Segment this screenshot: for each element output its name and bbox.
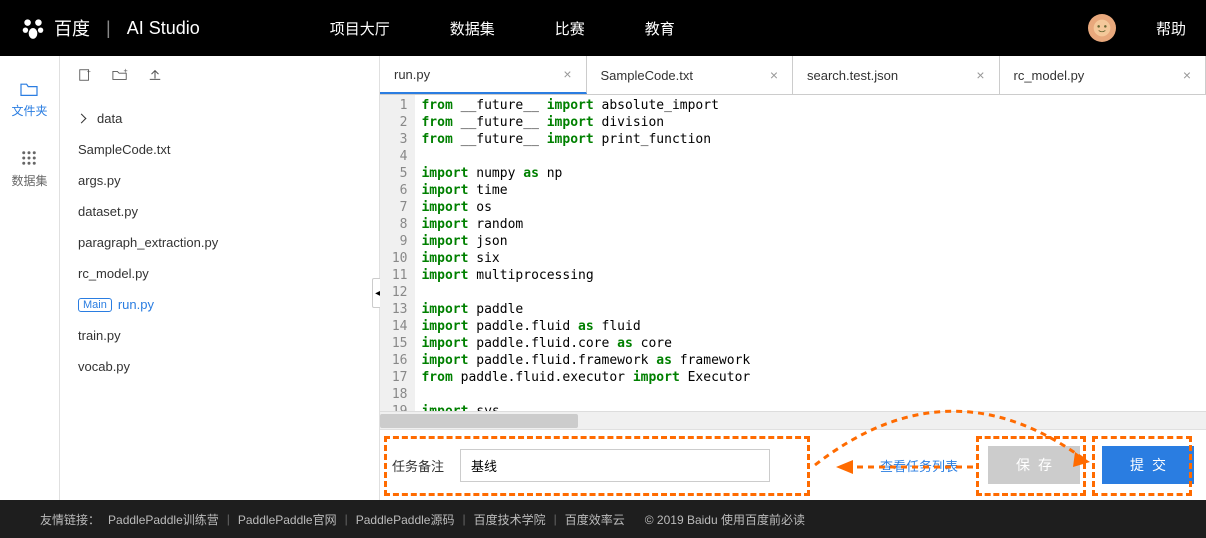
remark-input[interactable] (460, 449, 770, 482)
footer-link-4[interactable]: 百度效率云 (565, 511, 625, 528)
new-folder-icon[interactable]: + (112, 68, 128, 85)
file-dataset[interactable]: dataset.py (60, 196, 379, 227)
scrollbar-thumb[interactable] (380, 414, 578, 428)
code-content[interactable]: from __future__ import absolute_import f… (415, 95, 756, 411)
tab-search[interactable]: search.test.json× (793, 56, 1000, 94)
dataset-icon (20, 149, 38, 167)
file-train[interactable]: train.py (60, 320, 379, 351)
logo-text: 百度 (54, 15, 90, 41)
folder-data[interactable]: data (60, 103, 379, 134)
nav-projects[interactable]: 项目大厅 (330, 18, 390, 39)
footer-link-2[interactable]: PaddlePaddle源码 (356, 511, 455, 528)
svg-text:+: + (87, 68, 91, 75)
logo[interactable]: 百度 | AI Studio (20, 15, 200, 41)
nav-datasets[interactable]: 数据集 (450, 18, 495, 39)
view-task-list-link[interactable]: 查看任务列表 (880, 456, 958, 475)
footer-link-0[interactable]: PaddlePaddle训练营 (108, 511, 219, 528)
upload-icon[interactable] (148, 68, 162, 85)
user-avatar[interactable] (1088, 14, 1116, 42)
close-icon[interactable]: × (770, 67, 778, 83)
avatar-face-icon (1092, 18, 1112, 38)
file-tree: data SampleCode.txt args.py dataset.py p… (60, 98, 379, 387)
horizontal-scrollbar[interactable] (380, 411, 1206, 429)
chevron-icon (77, 114, 87, 124)
tab-samplecode[interactable]: SampleCode.txt× (587, 56, 794, 94)
close-icon[interactable]: × (976, 67, 984, 83)
main-badge: Main (78, 298, 112, 312)
footer-prefix: 友情链接： (40, 511, 100, 528)
line-gutter: 1234567891011121314151617181920▸21222324 (380, 95, 415, 411)
submit-button[interactable]: 提交 (1102, 446, 1194, 484)
rail-files[interactable]: 文件夹 (11, 81, 47, 119)
editor-tabs: run.py× SampleCode.txt× search.test.json… (380, 56, 1206, 95)
file-args[interactable]: args.py (60, 165, 379, 196)
file-run[interactable]: Main run.py (60, 289, 379, 320)
nav-education[interactable]: 教育 (645, 18, 675, 39)
file-vocab[interactable]: vocab.py (60, 351, 379, 382)
tab-rcmodel[interactable]: rc_model.py× (1000, 56, 1206, 94)
file-paragraph[interactable]: paragraph_extraction.py (60, 227, 379, 258)
file-rcmodel[interactable]: rc_model.py (60, 258, 379, 289)
editor-area: ◀ run.py× SampleCode.txt× search.test.js… (380, 56, 1206, 500)
svg-text:+: + (124, 68, 128, 75)
save-button[interactable]: 保存 (988, 446, 1080, 484)
footer: 友情链接： PaddlePaddle训练营| PaddlePaddle官网| P… (0, 500, 1206, 538)
folder-icon (19, 81, 39, 97)
nav-competitions[interactable]: 比赛 (555, 18, 585, 39)
baidu-paw-icon (20, 15, 46, 41)
tab-run[interactable]: run.py× (380, 56, 587, 94)
main-area: 文件夹 数据集 + + data SampleCode.txt args.py … (0, 56, 1206, 500)
footer-link-3[interactable]: 百度技术学院 (474, 511, 546, 528)
close-icon[interactable]: × (563, 66, 571, 82)
right-nav: 帮助 (1088, 14, 1186, 42)
file-sidebar: + + data SampleCode.txt args.py dataset.… (60, 56, 380, 500)
studio-text: AI Studio (127, 18, 200, 39)
file-samplecode[interactable]: SampleCode.txt (60, 134, 379, 165)
nav-help[interactable]: 帮助 (1156, 18, 1186, 39)
footer-link-1[interactable]: PaddlePaddle官网 (238, 511, 337, 528)
main-nav: 项目大厅 数据集 比赛 教育 (330, 18, 675, 39)
code-editor[interactable]: 1234567891011121314151617181920▸21222324… (380, 95, 1206, 411)
top-navbar: 百度 | AI Studio 项目大厅 数据集 比赛 教育 帮助 (0, 0, 1206, 56)
rail-datasets[interactable]: 数据集 (11, 149, 47, 189)
task-bar: 任务备注 查看任务列表 保存 提交 (380, 429, 1206, 500)
remark-label: 任务备注 (392, 456, 444, 475)
close-icon[interactable]: × (1183, 67, 1191, 83)
footer-copyright: © 2019 Baidu 使用百度前必读 (645, 511, 805, 528)
new-file-icon[interactable]: + (78, 68, 92, 85)
sidebar-toolbar: + + (60, 56, 379, 98)
left-rail: 文件夹 数据集 (0, 56, 60, 500)
logo-divider: | (106, 18, 111, 39)
